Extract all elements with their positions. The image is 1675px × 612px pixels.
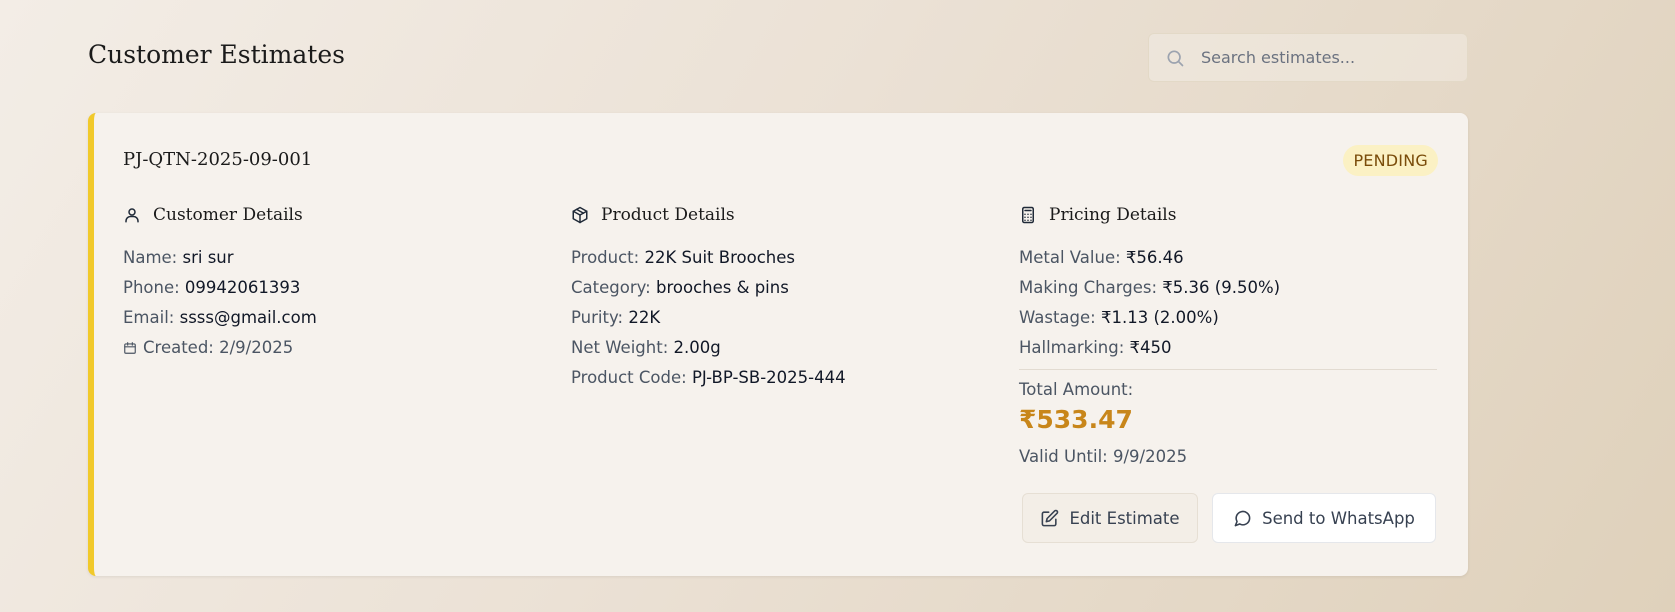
name-label: Name: [123,248,178,267]
product-name-row: Product: 22K Suit Brooches [571,243,991,273]
total-amount: ₹533.47 [1019,405,1133,434]
edit-icon [1042,509,1059,526]
product-weight-row: Net Weight: 2.00g [571,333,991,363]
status-badge: PENDING [1343,145,1438,176]
product-code: PJ-BP-SB-2025-444 [691,368,846,387]
created-row: Created: 2/9/2025 [123,333,543,363]
wastage: ₹1.13 (2.00%) [1100,308,1219,327]
customer-details-heading: Customer Details [123,201,543,229]
customer-phone-row: Phone: 09942061393 [123,273,543,303]
estimate-id: PJ-QTN-2025-09-001 [123,149,313,170]
wastage-row: Wastage: ₹1.13 (2.00%) [1019,303,1439,333]
pricing-heading-text: Pricing Details [1049,205,1177,225]
hallmarking-label: Hallmarking: [1019,338,1125,357]
customer-name: sri sur [182,248,234,267]
making-charges-row: Making Charges: ₹5.36 (9.50%) [1019,273,1439,303]
send-whatsapp-label: Send to WhatsApp [1262,508,1415,528]
product-details-section: Product Details Product: 22K Suit Brooch… [571,201,991,393]
edit-estimate-button[interactable]: Edit Estimate [1022,493,1198,543]
customer-phone: 09942061393 [184,278,301,297]
product-purity: 22K [628,308,661,327]
customer-email-row: Email: ssss@gmail.com [123,303,543,333]
page-title: Customer Estimates [88,40,345,69]
product-category-row: Category: brooches & pins [571,273,991,303]
purity-label: Purity: [571,308,624,327]
customer-email: ssss@gmail.com [179,308,317,327]
making-charges-label: Making Charges: [1019,278,1158,297]
product-code-label: Product Code: [571,368,687,387]
search-box[interactable] [1148,33,1468,82]
pricing-details-heading: Pricing Details [1019,201,1439,229]
category-label: Category: [571,278,651,297]
message-circle-icon [1234,510,1251,526]
product-category: brooches & pins [655,278,789,297]
product-label: Product: [571,248,640,267]
customer-heading-text: Customer Details [153,205,303,225]
package-icon [572,206,588,224]
search-input[interactable] [1199,47,1453,68]
customer-name-row: Name: sri sur [123,243,543,273]
customer-details-section: Customer Details Name: sri sur Phone: 09… [123,201,543,363]
edit-estimate-label: Edit Estimate [1069,508,1180,528]
net-weight-label: Net Weight: [571,338,669,357]
email-label: Email: [123,308,175,327]
wastage-label: Wastage: [1019,308,1096,327]
calendar-icon [124,342,136,354]
search-icon [1167,50,1184,66]
product-code-row: Product Code: PJ-BP-SB-2025-444 [571,363,991,393]
product-purity-row: Purity: 22K [571,303,991,333]
metal-value-label: Metal Value: [1019,248,1121,267]
hallmarking: ₹450 [1129,338,1172,357]
product-details-heading: Product Details [571,201,991,229]
pricing-divider [1019,369,1437,370]
user-icon [125,208,139,223]
hallmarking-row: Hallmarking: ₹450 [1019,333,1439,363]
created-date: Created: 2/9/2025 [143,338,294,357]
metal-value-row: Metal Value: ₹56.46 [1019,243,1439,273]
product-net-weight: 2.00g [673,338,721,357]
pricing-details-section: Pricing Details Metal Value: ₹56.46 Maki… [1019,201,1439,472]
total-amount-label: Total Amount: [1019,380,1134,399]
phone-label: Phone: [123,278,180,297]
making-charges: ₹5.36 (9.50%) [1162,278,1281,297]
valid-until: Valid Until: 9/9/2025 [1019,447,1188,466]
product-name: 22K Suit Brooches [644,248,795,267]
send-whatsapp-button[interactable]: Send to WhatsApp [1212,493,1436,543]
estimate-card: PJ-QTN-2025-09-001 PENDING Customer Deta… [88,113,1468,576]
metal-value: ₹56.46 [1125,248,1184,267]
calculator-icon [1022,206,1034,224]
product-heading-text: Product Details [601,205,735,225]
